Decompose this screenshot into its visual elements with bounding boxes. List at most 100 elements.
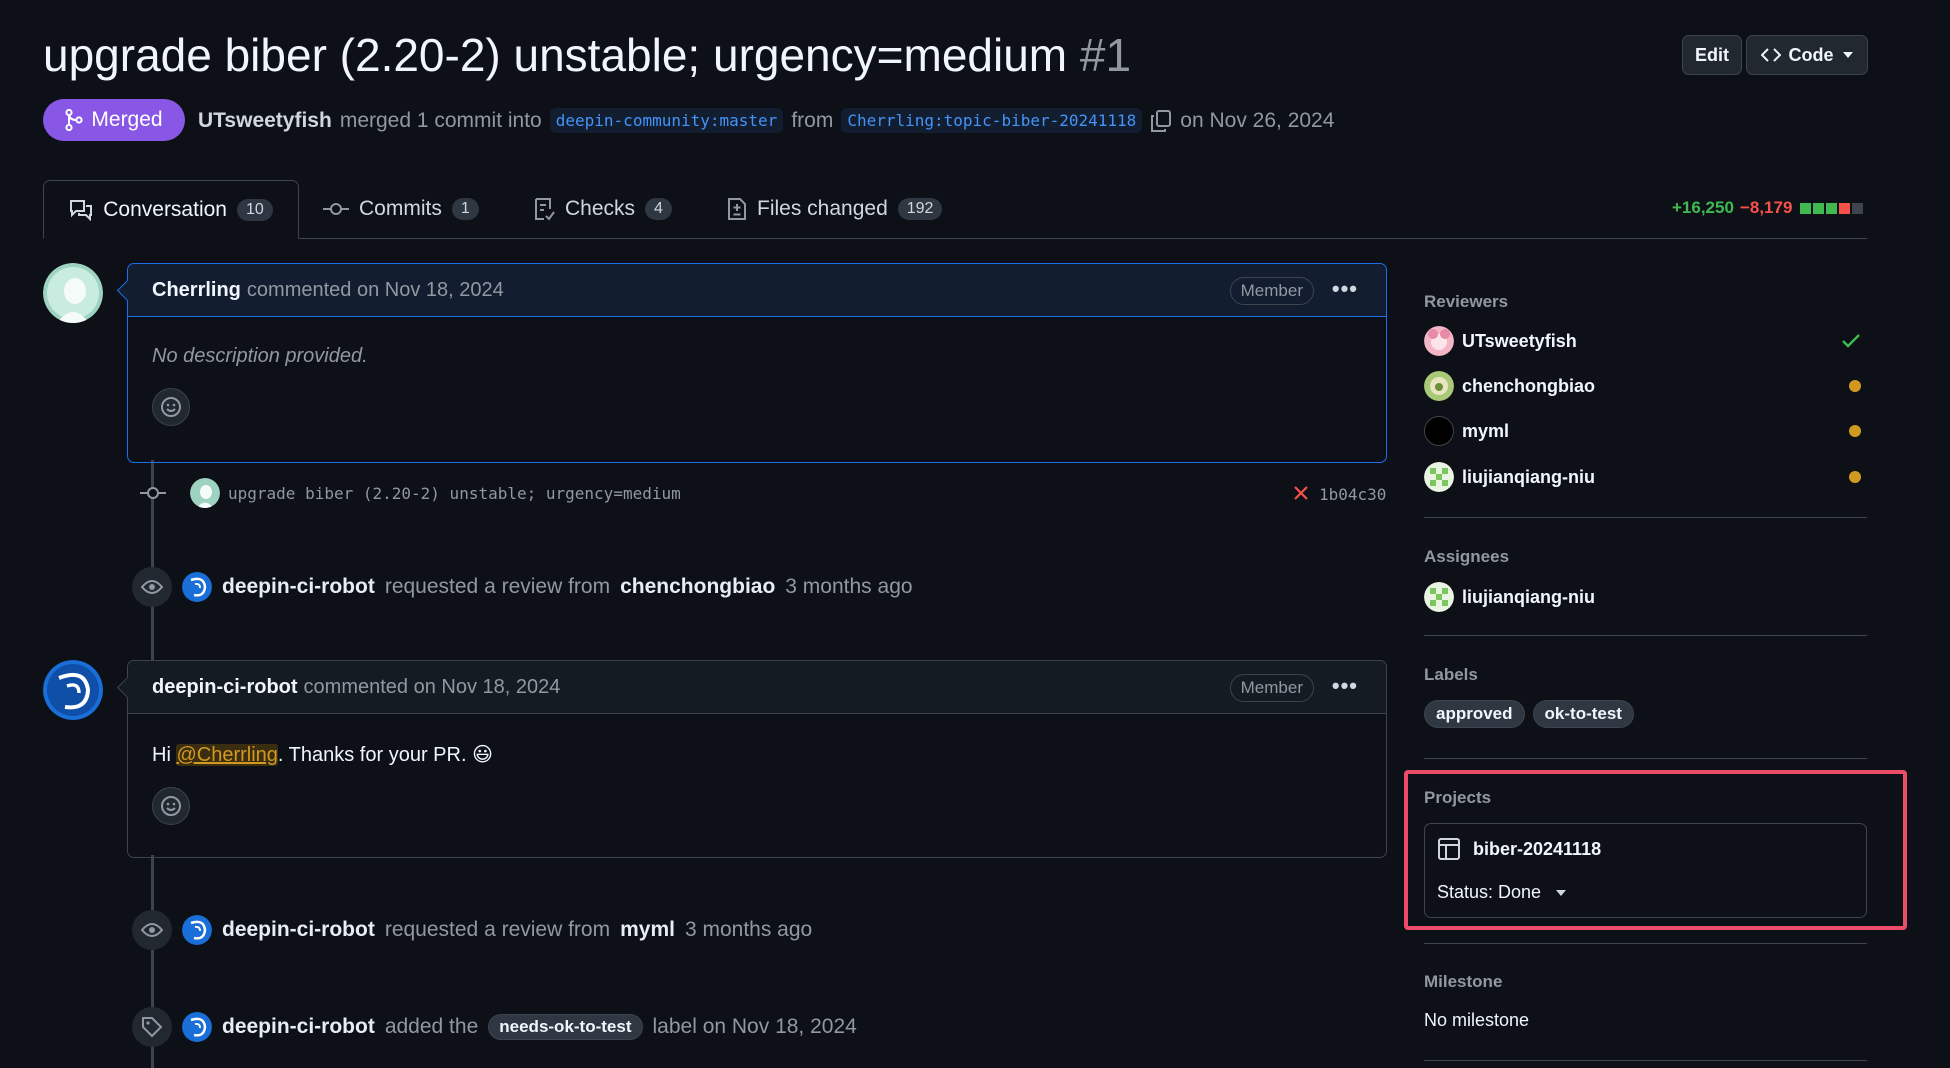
avatar[interactable] [1424,416,1454,446]
label-pill[interactable]: ok-to-test [1532,700,1634,728]
avatar[interactable] [182,1012,212,1042]
x-fail-icon[interactable] [1293,485,1309,501]
avatar[interactable] [182,915,212,945]
diffstat-bar [1798,202,1864,214]
event-actor-link[interactable]: deepin-ci-robot [222,918,375,942]
commit-sha-link[interactable]: 1b04c30 [1319,485,1386,504]
smiley-emoji: 😃 [472,744,493,766]
diffstat-additions: +16,250 [1672,198,1734,217]
pending-dot-icon [1849,380,1861,392]
copy-icon[interactable] [1150,109,1172,133]
comment-author[interactable]: Cherrling [152,279,241,302]
comment-body: No description provided. [152,345,368,367]
base-branch-link[interactable]: deepin-community:master [549,108,784,133]
labels-list: approved ok-to-test [1424,700,1634,728]
reviewer-row: myml [1424,416,1867,446]
reviewer-name[interactable]: UTsweetyfish [1462,331,1577,352]
reviewer-row: chenchongbiao [1424,371,1867,401]
avatar[interactable] [182,572,212,602]
checklist-icon [535,198,555,221]
tab-files-changed-count: 192 [897,198,943,220]
tab-files-changed-label: Files changed [757,197,888,220]
code-icon [1760,48,1781,62]
tab-conversation-label: Conversation [103,197,227,221]
event-time[interactable]: 3 months ago [685,918,812,942]
sidebar-divider [1424,758,1867,759]
event-action-text: requested a review from [384,575,611,598]
comment-body: Hi @Cherrling. Thanks for your PR. 😃 [152,742,1362,767]
comment-timestamp[interactable]: commented on Nov 18, 2024 [247,279,504,302]
tabs-divider [43,238,1867,239]
pending-dot-icon [1849,425,1861,437]
avatar[interactable] [1424,371,1454,401]
avatar[interactable] [1424,462,1454,492]
reviewer-name[interactable]: liujianqiang-niu [1462,467,1595,488]
review-request-event: deepin-ci-robot requested a review from … [132,910,812,950]
edit-button-label: Edit [1695,44,1729,65]
event-target-link[interactable]: chenchongbiao [620,575,775,599]
file-diff-icon [728,198,746,220]
comment-header: deepin-ci-robot commented on Nov 18, 202… [128,661,1386,714]
label-pill[interactable]: approved [1424,700,1525,728]
pr-author-link[interactable]: UTsweetyfish [198,109,332,133]
avatar[interactable] [1424,582,1454,612]
assignees-heading[interactable]: Assignees [1424,547,1867,567]
comment-author[interactable]: deepin-ci-robot [152,676,298,699]
reviewer-name[interactable]: chenchongbiao [1462,376,1595,397]
kebab-menu-icon[interactable]: ••• [1332,276,1358,302]
check-icon [1842,334,1860,348]
avatar[interactable] [1424,326,1454,356]
event-time[interactable]: 3 months ago [785,575,912,599]
reviewer-row: liujianqiang-niu [1424,462,1867,492]
from-text: from [791,108,834,132]
event-actor-link[interactable]: deepin-ci-robot [222,575,375,599]
avatar[interactable] [43,263,103,323]
smiley-icon [161,796,181,816]
avatar[interactable] [190,478,220,508]
pr-title: upgrade biber (2.20-2) unstable; urgency… [43,28,1131,82]
comment-discussion-icon [70,199,93,221]
diffstat-deletions: −8,179 [1739,198,1793,217]
add-reaction-button[interactable] [152,787,190,825]
milestone-heading[interactable]: Milestone [1424,972,1867,992]
labels-heading[interactable]: Labels [1424,665,1867,685]
sidebar-divider [1424,943,1867,944]
role-badge: Member [1229,674,1314,702]
projects-highlight-box [1404,770,1907,930]
pr-meta-line: UTsweetyfish merged 1 commit into deepin… [198,108,1334,133]
tab-checks[interactable]: Checks 4 [533,180,672,238]
event-target-link[interactable]: myml [620,918,675,942]
label-pill[interactable]: needs-ok-to-test [488,1014,643,1040]
edit-button[interactable]: Edit [1682,35,1742,75]
tab-conversation[interactable]: Conversation 10 [43,180,299,239]
eye-icon [132,567,172,607]
review-request-event: deepin-ci-robot requested a review from … [132,567,913,607]
comment-header: Cherrling commented on Nov 18, 2024 Memb… [128,264,1386,317]
tab-commits-label: Commits [359,197,442,220]
comment-card: deepin-ci-robot commented on Nov 18, 202… [116,660,1387,858]
git-commit-icon [323,203,349,215]
sidebar-divider [1424,1060,1867,1061]
pr-title-text: upgrade biber (2.20-2) unstable; urgency… [43,29,1068,81]
label-event: deepin-ci-robot added the needs-ok-to-te… [132,1007,857,1047]
event-time[interactable]: label on Nov 18, 2024 [653,1015,857,1039]
tab-files-changed[interactable]: Files changed 192 [727,180,943,238]
add-reaction-button[interactable] [152,388,190,426]
reviewers-heading[interactable]: Reviewers [1424,292,1867,312]
assignee-name[interactable]: liujianqiang-niu [1462,587,1595,608]
commit-message-link[interactable]: upgrade biber (2.20-2) unstable; urgency… [228,484,681,503]
eye-icon [132,910,172,950]
comment-card: Cherrling commented on Nov 18, 2024 Memb… [116,263,1387,463]
event-actor-link[interactable]: deepin-ci-robot [222,1015,375,1039]
diffstat: +16,250 −8,179 [1672,198,1864,218]
comment-timestamp[interactable]: commented on Nov 18, 2024 [304,676,561,699]
code-button[interactable]: Code [1746,35,1868,75]
tab-commits[interactable]: Commits 1 [323,180,479,238]
reviewer-row: UTsweetyfish [1424,326,1867,356]
kebab-menu-icon[interactable]: ••• [1332,673,1358,699]
git-merge-icon [65,109,83,131]
head-branch-link[interactable]: Cherrling:topic-biber-20241118 [841,108,1143,133]
user-mention-link[interactable]: @Cherrling [176,744,278,766]
avatar[interactable] [43,660,103,720]
reviewer-name[interactable]: myml [1462,421,1509,442]
